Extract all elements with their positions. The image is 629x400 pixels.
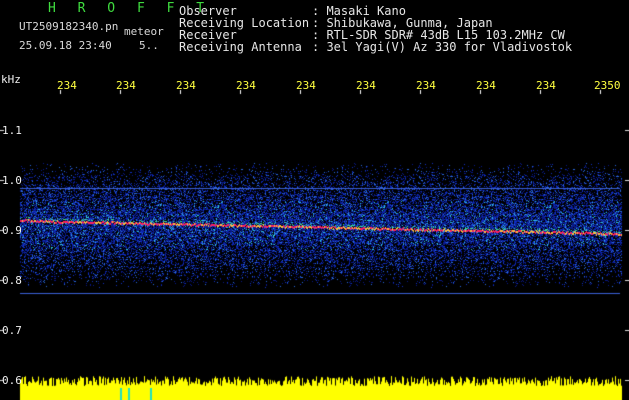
index-label: 5.. <box>139 39 159 52</box>
freq-tick-4: 0.8 <box>2 274 22 287</box>
freq-tick-6: 0.6 <box>2 374 22 387</box>
freq-tick-1: 1.1 <box>2 124 22 137</box>
time-tick-4: 234 <box>236 79 256 92</box>
spectrogram-canvas <box>0 0 629 400</box>
time-tick-10: 2350 <box>594 79 621 92</box>
freq-unit-label: kHz <box>1 73 21 86</box>
time-tick-8: 234 <box>476 79 496 92</box>
time-tick-2: 234 <box>116 79 136 92</box>
freq-tick-3: 0.9 <box>2 224 22 237</box>
freq-tick-2: 1.0 <box>2 174 22 187</box>
time-tick-9: 234 <box>536 79 556 92</box>
time-tick-7: 234 <box>416 79 436 92</box>
type-label: meteor <box>124 25 164 38</box>
time-tick-6: 234 <box>356 79 376 92</box>
antenna-value: : 3el Yagi(V) Az 330 for Vladivostok <box>312 40 573 54</box>
filename-label: UT2509182340.pn <box>19 20 119 33</box>
time-tick-1: 234 <box>57 79 77 92</box>
time-tick-5: 234 <box>296 79 316 92</box>
time-tick-3: 234 <box>176 79 196 92</box>
antenna-label: Receiving Antenna <box>179 40 302 54</box>
freq-tick-5: 0.7 <box>2 324 22 337</box>
datetime-label: 25.09.18 23:40 <box>19 39 112 52</box>
